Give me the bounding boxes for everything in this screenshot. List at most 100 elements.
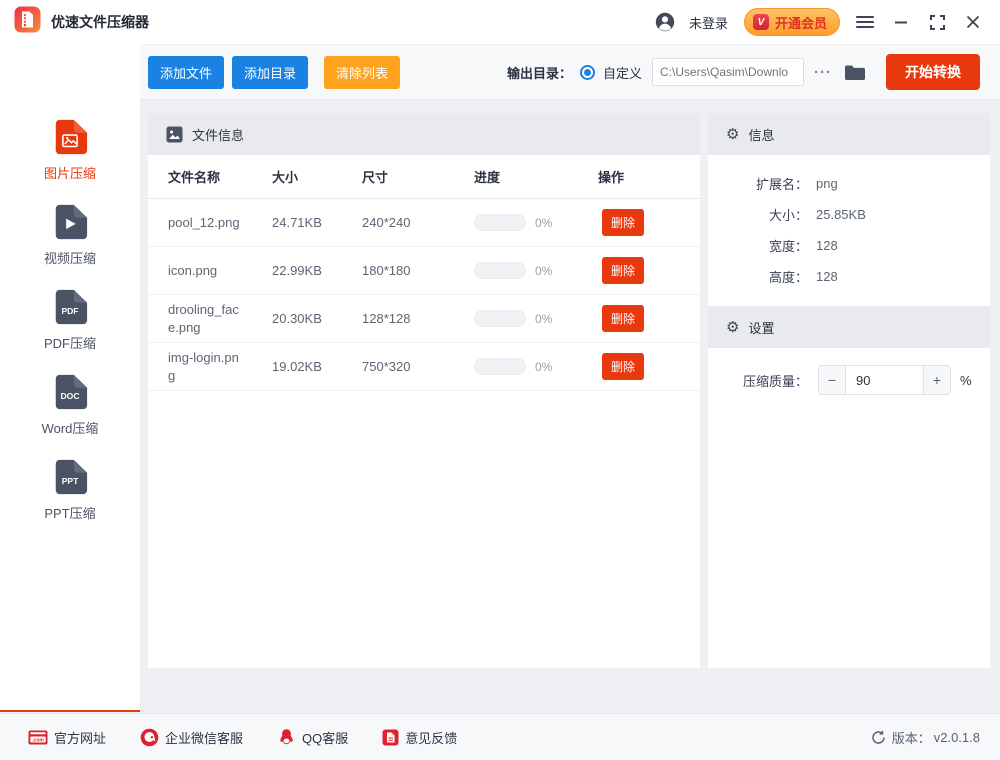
info-panel-header: ⚙ 信息 xyxy=(708,113,990,155)
titlebar: 优速文件压缩器 未登录 V 开通会员 xyxy=(0,0,1000,44)
sidebar-item-ppt-compress[interactable]: PPT PPT压缩 xyxy=(0,458,140,543)
feedback-icon xyxy=(382,729,399,746)
gear-icon: ⚙ xyxy=(726,320,739,335)
progress-value: 0% xyxy=(535,264,552,278)
delete-button[interactable]: 删除 xyxy=(602,305,644,332)
table-header: 文件名称 大小 尺寸 进度 操作 xyxy=(148,155,700,199)
table-row: drooling_face.png 20.30KB 128*128 0% 删除 xyxy=(148,295,700,343)
output-path-input[interactable] xyxy=(652,58,804,86)
maximize-icon[interactable] xyxy=(926,11,948,33)
progress-value: 0% xyxy=(535,312,552,326)
browse-more-button[interactable]: ··· xyxy=(812,64,834,81)
close-icon[interactable] xyxy=(962,11,984,33)
start-convert-button[interactable]: 开始转换 xyxy=(886,54,980,90)
delete-button[interactable]: 删除 xyxy=(602,209,644,236)
user-avatar-icon[interactable] xyxy=(655,12,675,32)
progress-value: 0% xyxy=(535,360,552,374)
file-size: 19.02KB xyxy=(272,359,362,374)
file-dims: 128*128 xyxy=(362,311,474,326)
login-status[interactable]: 未登录 xyxy=(689,13,728,32)
table-row: icon.png 22.99KB 180*180 0% 删除 xyxy=(148,247,700,295)
file-panel-header: 文件信息 xyxy=(148,113,700,155)
sidebar-item-word-compress[interactable]: DOC Word压缩 xyxy=(0,373,140,458)
wechat-icon xyxy=(140,728,159,747)
app-window: 优速文件压缩器 未登录 V 开通会员 xyxy=(0,0,1000,760)
progress-value: 0% xyxy=(535,216,552,230)
version-number: v2.0.1.8 xyxy=(934,730,980,745)
add-directory-button[interactable]: 添加目录 xyxy=(232,56,308,89)
delete-button[interactable]: 删除 xyxy=(602,257,644,284)
ppt-file-icon: PPT xyxy=(51,458,89,496)
gear-icon: ⚙ xyxy=(726,127,739,142)
official-website-link[interactable]: .com 官方网址 xyxy=(28,728,106,747)
svg-text:PPT: PPT xyxy=(62,476,79,486)
version-info: 版本：v2.0.1.8 xyxy=(871,728,980,747)
vip-button-label: 开通会员 xyxy=(775,13,827,32)
picture-icon xyxy=(166,126,183,143)
file-name: img-login.png xyxy=(168,343,244,390)
qq-icon xyxy=(277,728,296,747)
settings-panel-header: ⚙ 设置 xyxy=(708,306,990,348)
wechat-service-link[interactable]: 企业微信客服 xyxy=(140,728,243,747)
image-file-icon xyxy=(51,118,89,156)
output-dir-label: 输出目录： xyxy=(507,63,572,82)
sidebar-item-video-compress[interactable]: 视频压缩 xyxy=(0,203,140,288)
video-file-icon xyxy=(51,203,89,241)
progress-bar xyxy=(474,262,526,279)
file-size: 22.99KB xyxy=(272,263,362,278)
quality-plus-button[interactable]: + xyxy=(923,366,950,394)
open-folder-icon[interactable] xyxy=(842,64,868,81)
quality-label: 压缩质量： xyxy=(708,371,808,390)
clear-list-button[interactable]: 清除列表 xyxy=(324,56,400,89)
info-field-width: 宽度： 128 xyxy=(708,230,990,261)
col-filename: 文件名称 xyxy=(168,167,272,186)
file-dims: 750*320 xyxy=(362,359,474,374)
col-size: 大小 xyxy=(272,167,362,186)
open-vip-button[interactable]: V 开通会员 xyxy=(744,8,840,36)
vip-badge-icon: V xyxy=(753,14,769,30)
file-name: icon.png xyxy=(168,256,244,286)
file-name: pool_12.png xyxy=(168,208,244,238)
info-settings-panel: ⚙ 信息 扩展名： png 大小： 25.85KB 宽度： 128 高度： xyxy=(708,113,990,668)
quality-input[interactable] xyxy=(846,366,923,394)
file-dims: 180*180 xyxy=(362,263,474,278)
toolbar: 添加文件 添加目录 清除列表 输出目录： 自定义 ··· 开始转换 xyxy=(140,44,1000,100)
col-dims: 尺寸 xyxy=(362,167,474,186)
table-row: img-login.png 19.02KB 750*320 0% 删除 xyxy=(148,343,700,391)
file-list-panel: 文件信息 文件名称 大小 尺寸 进度 操作 pool_12.png 24.71K… xyxy=(148,113,700,668)
app-logo-icon xyxy=(14,6,41,38)
qq-service-link[interactable]: QQ客服 xyxy=(277,728,348,747)
minimize-icon[interactable] xyxy=(890,11,912,33)
add-file-button[interactable]: 添加文件 xyxy=(148,56,224,89)
table-row: pool_12.png 24.71KB 240*240 0% 删除 xyxy=(148,199,700,247)
svg-text:.com: .com xyxy=(32,737,44,743)
menu-icon[interactable] xyxy=(854,11,876,33)
progress-bar xyxy=(474,214,526,231)
version-label: 版本： xyxy=(892,728,931,747)
update-icon xyxy=(871,730,886,745)
sidebar-item-pdf-compress[interactable]: PDF PDF压缩 xyxy=(0,288,140,373)
custom-radio-label[interactable]: 自定义 xyxy=(603,63,642,82)
info-field-size: 大小： 25.85KB xyxy=(708,199,990,230)
feedback-link[interactable]: 意见反馈 xyxy=(382,728,457,747)
info-field-height: 高度： 128 xyxy=(708,261,990,292)
pdf-file-icon: PDF xyxy=(51,288,89,326)
progress-bar xyxy=(474,358,526,375)
custom-radio[interactable] xyxy=(580,65,595,80)
quality-minus-button[interactable]: − xyxy=(819,366,846,394)
website-icon: .com xyxy=(28,730,48,745)
file-size: 20.30KB xyxy=(272,311,362,326)
svg-text:DOC: DOC xyxy=(61,391,80,401)
quality-unit: % xyxy=(960,373,972,388)
app-title: 优速文件压缩器 xyxy=(51,12,149,32)
progress-bar xyxy=(474,310,526,327)
file-name: drooling_face.png xyxy=(168,295,244,342)
content-area: 文件信息 文件名称 大小 尺寸 进度 操作 pool_12.png 24.71K… xyxy=(140,100,1000,713)
sidebar: 图片压缩 视频压缩 PDF PDF压缩 DOC Word压缩 xyxy=(0,44,140,712)
file-size: 24.71KB xyxy=(272,215,362,230)
svg-text:PDF: PDF xyxy=(61,306,78,316)
col-progress: 进度 xyxy=(474,167,598,186)
delete-button[interactable]: 删除 xyxy=(602,353,644,380)
sidebar-item-image-compress[interactable]: 图片压缩 xyxy=(0,118,140,203)
col-action: 操作 xyxy=(598,167,700,186)
